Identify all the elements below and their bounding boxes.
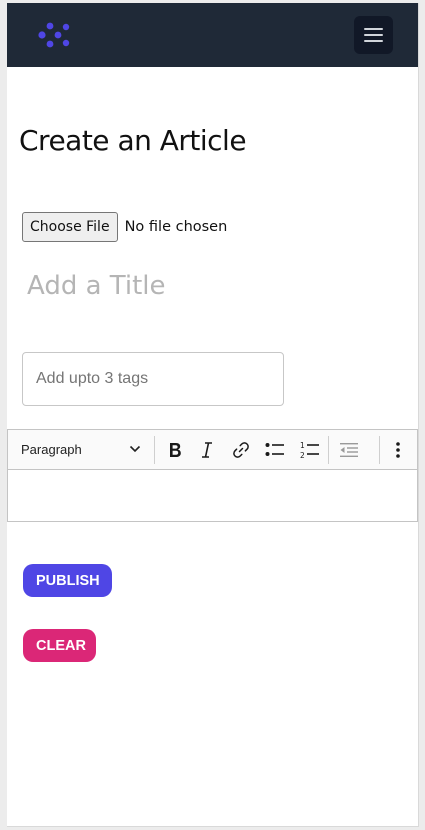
rich-text-editor: Paragraph 1 2 (7, 429, 418, 522)
clear-button[interactable]: CLEAR (23, 629, 96, 662)
bold-icon (170, 442, 181, 457)
publish-button[interactable]: PUBLISH (23, 564, 112, 597)
bold-button[interactable] (161, 430, 189, 469)
more-options-button[interactable] (386, 430, 410, 469)
more-options-icon (396, 441, 400, 458)
numbered-list-button[interactable]: 1 2 (296, 430, 324, 469)
link-button[interactable] (227, 430, 255, 469)
toolbar-divider (154, 436, 155, 464)
bulleted-list-icon (265, 442, 284, 456)
brand-logo-icon[interactable] (37, 20, 71, 50)
block-type-label: Paragraph (21, 442, 82, 457)
chevron-down-icon (129, 445, 141, 453)
toolbar-divider (379, 436, 380, 464)
article-title-input[interactable] (27, 266, 397, 306)
navbar (7, 3, 418, 67)
editor-toolbar: Paragraph 1 2 (8, 430, 417, 470)
tags-input[interactable] (22, 352, 284, 406)
app-frame: Create an Article Choose File No file ch… (7, 3, 419, 827)
svg-text:1: 1 (300, 441, 305, 450)
numbered-list-icon: 1 2 (300, 441, 319, 459)
choose-file-button[interactable]: Choose File (22, 211, 118, 242)
hamburger-menu-icon (364, 28, 383, 42)
file-status: No file chosen (124, 218, 228, 235)
block-type-select[interactable]: Paragraph (8, 430, 154, 469)
italic-button[interactable] (193, 430, 221, 469)
bulleted-list-button[interactable] (261, 430, 289, 469)
page-title: Create an Article (19, 124, 247, 157)
outdent-icon (340, 442, 358, 457)
toolbar-divider (328, 436, 329, 464)
link-icon (233, 441, 249, 458)
svg-text:2: 2 (300, 451, 305, 459)
italic-icon (202, 441, 212, 458)
outdent-button[interactable] (335, 430, 363, 469)
menu-toggle-button[interactable] (354, 16, 393, 54)
editor-content-area[interactable] (8, 470, 417, 521)
file-upload: Choose File No file chosen (22, 211, 228, 242)
